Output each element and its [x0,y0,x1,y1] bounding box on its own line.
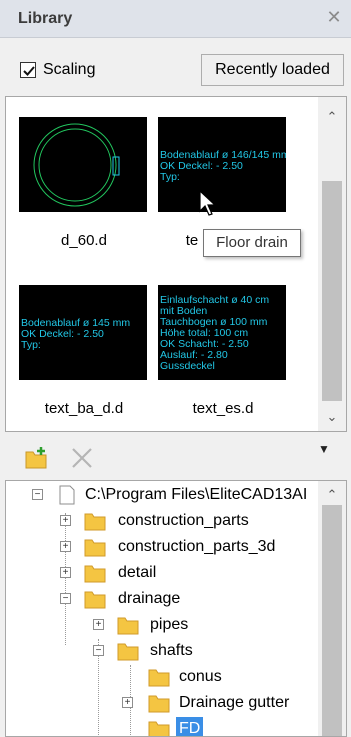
tree-toolbar: ▼ [0,434,351,480]
tree-item-label: detail [118,564,157,581]
circle-drawing-icon [33,123,120,207]
folder-open-icon [84,591,106,609]
tree-item-label: drainage [118,590,181,607]
tree-item-label: construction_parts_3d [118,538,276,555]
cad-text-line: Typ: [21,339,41,351]
thumbnail-scrollbar[interactable]: ⌃ ⌄ [318,97,346,431]
cad-text-line: Gussdeckel [160,360,215,372]
thumbnail-view: d_60.d Bodenablauf ø 146/145 mm OK Decke… [5,96,347,432]
thumbnail-label: text_es.d [192,400,254,417]
thumbnail-floor-drain[interactable]: Bodenablauf ø 146/145 mm OK Deckel: - 2.… [158,117,286,212]
folder-tree: − C:\Program Files\EliteCAD13AI + constr… [5,480,347,737]
collapse-icon[interactable]: − [60,593,71,604]
new-folder-icon[interactable] [24,446,52,470]
thumbnail-label: d_60.d [61,232,107,249]
library-panel: Library ✕ Scaling Recently loaded d_60.d… [0,0,351,737]
expand-icon[interactable]: + [60,515,71,526]
scroll-up-icon[interactable]: ⌃ [318,107,346,127]
folder-open-icon [117,643,139,661]
scroll-up-icon[interactable]: ⌃ [318,485,346,505]
tree-item-label: construction_parts [118,512,249,529]
tree-connector [65,513,66,645]
tree-item-label: conus [179,668,222,685]
title-bar: Library ✕ [0,0,351,38]
collapse-icon[interactable]: − [93,645,104,656]
folder-icon [84,513,106,531]
folder-icon [84,539,106,557]
scroll-thumb[interactable] [322,181,342,401]
thumbnail-d-60[interactable] [19,117,147,212]
panel-title: Library [18,10,73,27]
scroll-thumb[interactable] [322,505,342,736]
folder-icon [117,617,139,635]
document-icon [59,485,75,505]
scaling-checkbox[interactable] [20,62,36,78]
folder-icon [148,721,170,736]
cad-text-line: Typ: [160,171,180,183]
thumbnail-text-ba-d[interactable]: Bodenablauf ø 145 mm OK Deckel: - 2.50 T… [19,285,147,380]
close-icon[interactable]: ✕ [325,8,343,26]
scroll-down-icon[interactable]: ⌄ [318,407,346,427]
expand-icon[interactable]: + [93,619,104,630]
expand-icon[interactable]: + [122,697,133,708]
expand-icon[interactable]: + [60,567,71,578]
folder-icon [148,695,170,713]
collapse-icon[interactable]: − [32,489,43,500]
recently-loaded-button[interactable]: Recently loaded [201,54,344,86]
tree-item-label-selected: FD [176,717,204,736]
options-row: Scaling Recently loaded [0,38,351,94]
thumbnail-text-es[interactable]: Einlaufschacht ø 40 cm mit Boden Tauchbo… [158,285,286,380]
tree-item-label: pipes [150,616,189,633]
mouse-cursor-icon [199,190,217,216]
tooltip: Floor drain [203,229,301,257]
folder-icon [148,669,170,687]
thumbnail-label: text_ba_d.d [44,400,124,417]
tree-scrollbar[interactable]: ⌃ [318,481,346,736]
chevron-down-icon[interactable]: ▼ [318,442,330,456]
expand-icon[interactable]: + [60,541,71,552]
scaling-label: Scaling [43,61,96,78]
tree-root-label: C:\Program Files\EliteCAD13AI [85,486,308,503]
checkmark-icon [23,66,35,76]
delete-icon[interactable] [70,446,94,470]
tree-item-label: shafts [150,642,193,659]
tree-item-label: Drainage gutter [179,694,290,711]
folder-icon [84,565,106,583]
